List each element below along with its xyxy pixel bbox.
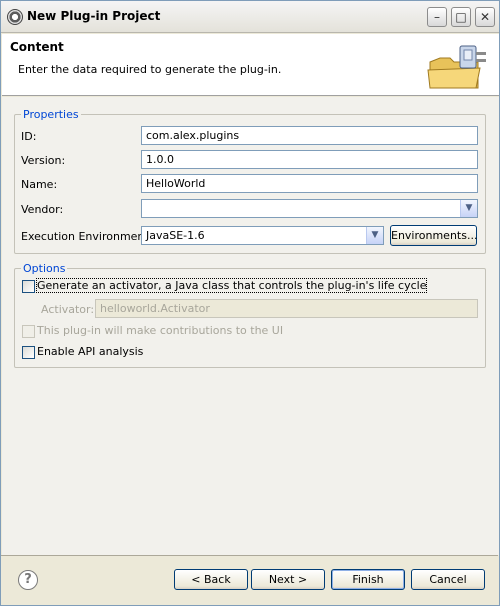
generate-activator-checkbox[interactable] bbox=[22, 280, 35, 293]
wizard-header: Content Enter the data required to gener… bbox=[2, 34, 499, 96]
minimize-button[interactable]: – bbox=[427, 7, 447, 27]
activator-field[interactable]: helloworld.Activator bbox=[95, 299, 478, 318]
environments-button[interactable]: Environments... bbox=[390, 225, 477, 246]
activator-label: Activator: bbox=[41, 303, 95, 316]
name-field[interactable]: HelloWorld bbox=[141, 174, 478, 193]
page-description: Enter the data required to generate the … bbox=[18, 63, 282, 76]
chevron-down-icon[interactable]: ▼ bbox=[366, 227, 383, 244]
properties-legend: Properties bbox=[23, 108, 79, 121]
version-field[interactable]: 1.0.0 bbox=[141, 150, 478, 169]
generate-activator-label[interactable]: Generate an activator, a Java class that… bbox=[35, 278, 428, 293]
options-legend: Options bbox=[23, 262, 66, 275]
id-label: ID: bbox=[21, 130, 37, 143]
next-button[interactable]: Next > bbox=[251, 569, 325, 590]
execution-environment-combo[interactable]: JavaSE-1.6 ▼ bbox=[141, 226, 384, 245]
id-field[interactable]: com.alex.plugins bbox=[141, 126, 478, 145]
ui-contributions-label: This plug-in will make contributions to … bbox=[37, 324, 284, 337]
footer-separator bbox=[1, 555, 498, 556]
close-button[interactable]: ✕ bbox=[475, 7, 495, 27]
maximize-button[interactable]: □ bbox=[451, 7, 471, 27]
execution-environment-value: JavaSE-1.6 bbox=[146, 229, 205, 242]
eclipse-icon bbox=[7, 9, 23, 25]
window-title: New Plug-in Project bbox=[27, 9, 161, 23]
vendor-combo[interactable]: ▼ bbox=[141, 199, 478, 218]
page-title: Content bbox=[10, 40, 64, 54]
back-button[interactable]: < Back bbox=[174, 569, 248, 590]
help-icon[interactable]: ? bbox=[18, 570, 38, 590]
name-label: Name: bbox=[21, 178, 58, 191]
folder-plug-icon bbox=[427, 45, 486, 89]
ui-contributions-checkbox[interactable] bbox=[22, 325, 35, 338]
vendor-label: Vendor: bbox=[21, 203, 64, 216]
cancel-button[interactable]: Cancel bbox=[411, 569, 485, 590]
api-analysis-label[interactable]: Enable API analysis bbox=[37, 345, 143, 358]
finish-button[interactable]: Finish bbox=[331, 569, 405, 590]
chevron-down-icon[interactable]: ▼ bbox=[460, 200, 477, 217]
version-label: Version: bbox=[21, 154, 66, 167]
title-bar[interactable]: New Plug-in Project – □ ✕ bbox=[1, 1, 499, 33]
api-analysis-checkbox[interactable] bbox=[22, 346, 35, 359]
execution-environment-label: Execution Environment: bbox=[21, 230, 153, 243]
